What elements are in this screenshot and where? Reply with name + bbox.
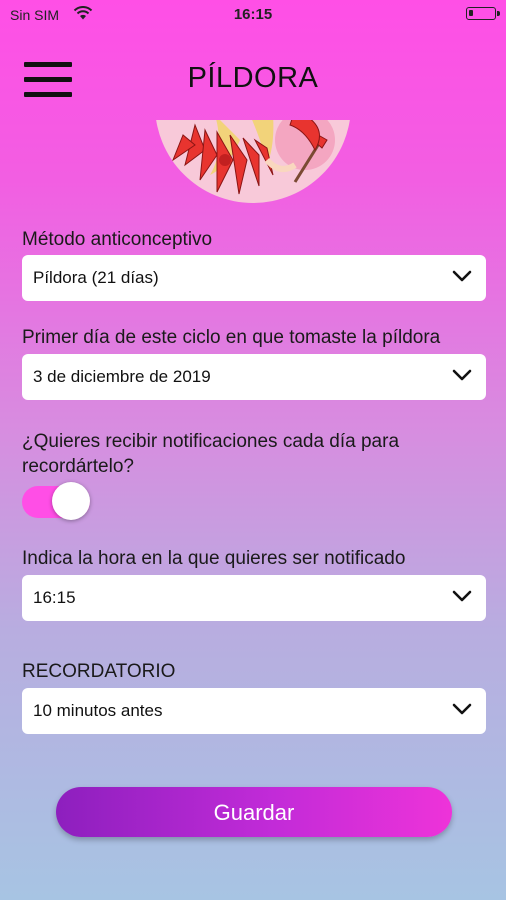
page-title: PÍLDORA: [187, 62, 319, 94]
notifications-toggle[interactable]: [22, 480, 92, 522]
save-button[interactable]: Guardar: [56, 787, 452, 837]
chevron-down-icon: [452, 703, 472, 715]
method-value: Píldora (21 días): [33, 268, 159, 287]
reminder-label: RECORDATORIO: [22, 661, 176, 682]
notifications-label: ¿Quieres recibir notificaciones cada día…: [22, 431, 400, 477]
notify-time-value: 16:15: [33, 588, 76, 607]
chevron-down-icon: [452, 270, 472, 282]
chevron-down-icon: [452, 369, 472, 381]
method-label: Método anticonceptivo: [22, 229, 213, 250]
notify-time-label: Indica la hora en la que quieres ser not…: [22, 548, 406, 569]
notify-time-select[interactable]: 16:15: [22, 575, 486, 621]
battery-icon: [466, 7, 500, 20]
save-button-label: Guardar: [213, 800, 295, 825]
reminder-value: 10 minutos antes: [33, 701, 163, 720]
status-bar: Sin SIM 16:15: [0, 0, 506, 30]
reminder-select[interactable]: 10 minutos antes: [22, 688, 486, 734]
first-day-value: 3 de diciembre de 2019: [33, 367, 211, 386]
illustration-image: [155, 120, 351, 203]
first-day-label: Primer día de este ciclo en que tomaste …: [22, 327, 441, 348]
clock: 16:15: [233, 6, 273, 23]
chevron-down-icon: [452, 590, 472, 602]
method-select[interactable]: Píldora (21 días): [22, 255, 486, 301]
first-day-select[interactable]: 3 de diciembre de 2019: [22, 354, 486, 400]
